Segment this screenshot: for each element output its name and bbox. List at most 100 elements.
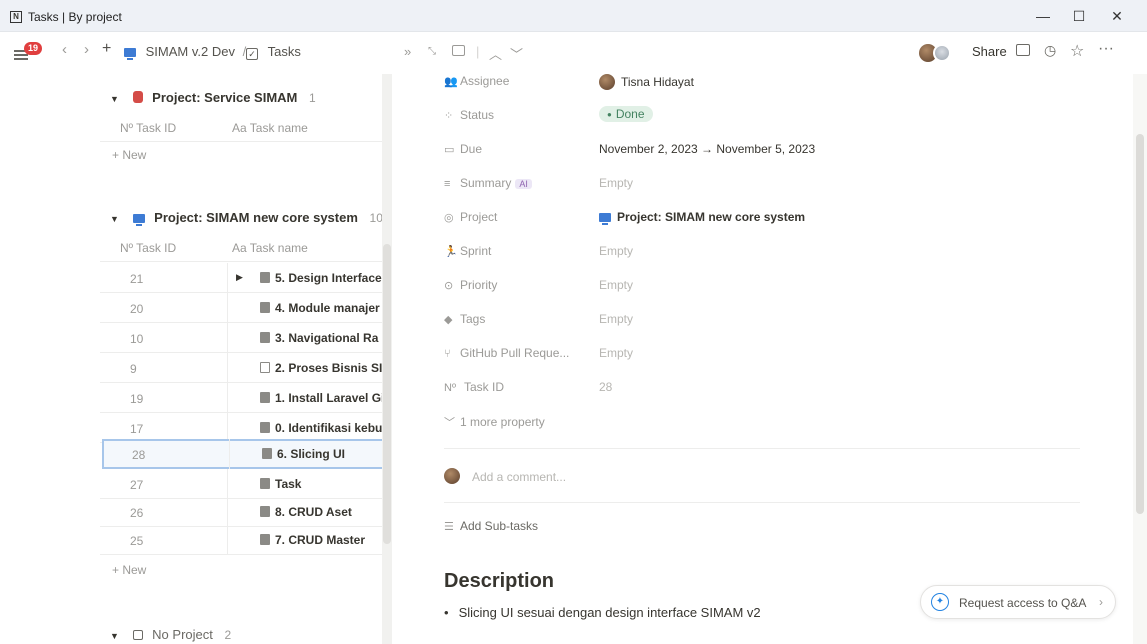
table-row[interactable]: 21 ▶ 5. Design Interface [100, 263, 382, 293]
property-project[interactable]: ◎ Project Project: SIMAM new core system [444, 210, 1104, 244]
share-button[interactable]: Share [972, 44, 1007, 59]
property-status[interactable]: ⁘ Status Done [444, 106, 1104, 142]
collapse-triangle-icon[interactable]: ▼ [110, 94, 119, 104]
property-name: Project [460, 210, 498, 224]
history-icon[interactable]: ◷ [1044, 42, 1056, 59]
property-label: ◆ Tags [444, 312, 485, 326]
breadcrumb-workspace[interactable]: SIMAM v.2 Dev / [124, 44, 246, 60]
task-name-cell[interactable]: Task [260, 477, 384, 491]
task-name-cell[interactable]: 3. Navigational Ra [260, 331, 384, 345]
forward-icon[interactable]: › [84, 41, 89, 58]
left-scrollbar[interactable] [382, 74, 392, 644]
table-row[interactable]: 26 8. CRUD Aset [100, 497, 382, 527]
maximize-button[interactable]: ☐ [1064, 6, 1094, 26]
property-value[interactable]: Empty [599, 278, 633, 292]
column-task-name[interactable]: Aa Task name [232, 241, 308, 255]
property-value[interactable]: Tisna Hidayat [599, 74, 694, 90]
task-name-cell[interactable]: 6. Slicing UI [262, 447, 386, 461]
table-row[interactable]: 9 2. Proses Bisnis SIN [100, 353, 384, 383]
property-value[interactable]: Done [599, 106, 653, 122]
task-name-cell[interactable]: 2. Proses Bisnis SIN [260, 361, 384, 375]
add-icon[interactable]: + [102, 40, 111, 58]
sidepeek-icon[interactable] [452, 45, 465, 56]
request-qa-button[interactable]: ✦ Request access to Q&A › [920, 585, 1116, 619]
task-name-cell[interactable]: 5. Design Interface [260, 271, 384, 285]
table-row[interactable]: 19 1. Install Laravel Gi [100, 383, 384, 413]
property-sprint[interactable]: 🏃 Sprint Empty [444, 244, 1104, 278]
property-tags[interactable]: ◆ Tags Empty [444, 312, 1104, 346]
table-row[interactable]: 20 4. Module manajer [100, 293, 382, 323]
comment-icon[interactable] [1016, 44, 1030, 56]
task-name-label: Task [275, 477, 302, 491]
table-row-selected[interactable]: 28 6. Slicing UI [102, 439, 384, 469]
table-row[interactable]: 25 7. CRUD Master [100, 525, 382, 555]
new-row-button[interactable]: + New [100, 142, 382, 168]
property-value[interactable]: Empty [599, 346, 633, 360]
table-row[interactable]: 10 3. Navigational Ra [100, 323, 382, 353]
close-button[interactable]: ✕ [1102, 6, 1132, 26]
qa-button-label: Request access to Q&A [959, 596, 1087, 610]
property-label: ◎ Project [444, 210, 497, 224]
property-priority[interactable]: ⊙ Priority Empty [444, 278, 1104, 312]
add-subtasks-label: ☰ Add Sub-tasks [444, 519, 538, 533]
more-properties-toggle[interactable]: ﹀ 1 more property [444, 414, 1104, 448]
star-icon[interactable]: ☆ [1070, 41, 1084, 61]
property-due[interactable]: ▭ Due November 2, 2023 → November 5, 2023 [444, 142, 1104, 176]
breadcrumb-page[interactable]: ✓ Tasks [246, 44, 301, 60]
group-title: Project: Service SIMAM [152, 90, 298, 105]
scrollbar-thumb[interactable] [383, 244, 391, 544]
window-titlebar: N Tasks | By project — ☐ ✕ [0, 0, 1147, 32]
collapse-triangle-icon[interactable]: ▼ [110, 631, 119, 641]
back-icon[interactable]: ‹ [62, 41, 67, 58]
property-task-id[interactable]: Nº Task ID 28 [444, 380, 1104, 414]
task-name-cell[interactable]: 8. CRUD Aset [260, 505, 384, 519]
comment-input[interactable]: Add a comment... [472, 470, 566, 484]
property-name: Assignee [460, 74, 510, 88]
up-icon[interactable]: ︿ [489, 44, 502, 63]
column-task-name[interactable]: Aa Task name [232, 121, 308, 135]
property-label: ﹀ 1 more property [444, 414, 545, 430]
task-name-cell[interactable]: 0. Identifikasi kebu [260, 421, 384, 435]
cell-divider [227, 323, 228, 353]
comment-box[interactable]: Add a comment... [444, 468, 1104, 504]
subtask-list-icon: ☰ [444, 521, 454, 533]
property-github-pull-request[interactable]: ⑂ GitHub Pull Reque... Empty [444, 346, 1104, 380]
group-header-service-simam[interactable]: ▼ Project: Service SIMAM 1 [110, 90, 316, 105]
task-name-cell[interactable]: 4. Module manajer [260, 301, 384, 315]
property-value[interactable]: Empty [599, 176, 633, 190]
property-assignee[interactable]: 👥 Assignee Tisna Hidayat [444, 74, 1104, 108]
cell-divider [229, 439, 230, 469]
property-value[interactable]: November 2, 2023 → November 5, 2023 [599, 142, 815, 156]
group-header-no-project[interactable]: ▼ No Project 2 [110, 627, 231, 642]
scrollbar-thumb[interactable] [1136, 134, 1144, 514]
column-task-id[interactable]: Nº Task ID [120, 241, 176, 255]
cell-divider [227, 525, 228, 555]
expand-subtasks-icon[interactable]: ▶ [236, 272, 243, 283]
expand-icon[interactable]: » [404, 44, 411, 59]
fullscreen-icon[interactable]: ⤡ [428, 46, 436, 57]
property-value[interactable]: Project: SIMAM new core system [599, 210, 805, 225]
avatar-secondary[interactable] [933, 44, 951, 62]
avatar [444, 468, 460, 484]
chevron-right-icon: › [1099, 595, 1103, 609]
task-id-cell: 17 [130, 422, 144, 436]
property-value[interactable]: Empty [599, 244, 633, 258]
table-row[interactable]: 27 Task [100, 469, 382, 499]
more-icon[interactable]: ··· [1098, 40, 1114, 58]
right-scrollbar[interactable] [1133, 74, 1147, 644]
minimize-button[interactable]: — [1028, 6, 1058, 26]
cell-divider [227, 353, 228, 383]
down-icon[interactable]: ﹀ [510, 44, 523, 63]
property-value[interactable]: Empty [599, 312, 633, 326]
divider [444, 448, 1080, 449]
collapse-triangle-icon[interactable]: ▼ [110, 214, 119, 224]
property-name: Priority [460, 278, 498, 292]
description-bullet[interactable]: Slicing UI sesuai dengan design interfac… [444, 605, 761, 620]
column-task-id[interactable]: Nº Task ID [120, 121, 176, 135]
group-header-new-core-system[interactable]: ▼ Project: SIMAM new core system 10 [110, 210, 383, 226]
add-subtasks-button[interactable]: ☰ Add Sub-tasks [444, 519, 1104, 553]
task-name-cell[interactable]: 1. Install Laravel Gi [260, 391, 384, 405]
task-name-cell[interactable]: 7. CRUD Master [260, 533, 384, 547]
new-row-button[interactable]: + New [100, 557, 382, 583]
property-summary[interactable]: ≡ Summary AI Empty [444, 176, 1104, 210]
